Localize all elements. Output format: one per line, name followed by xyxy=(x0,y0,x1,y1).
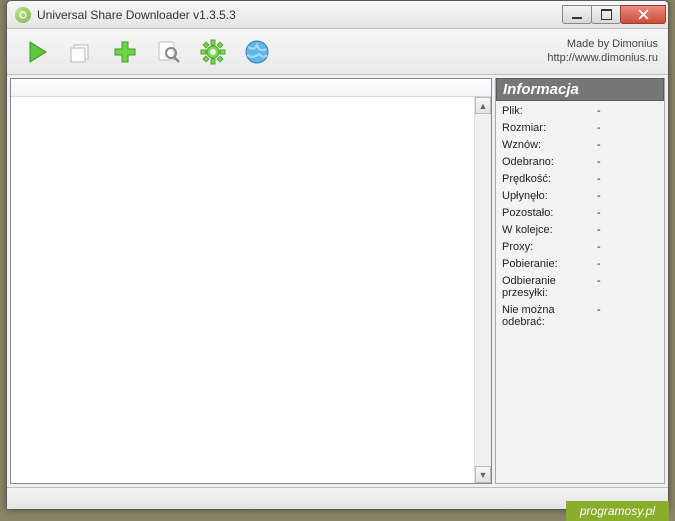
info-label: Pozostało: xyxy=(502,207,597,219)
content-area: ▲ ▼ Informacja Plik:-Rozmiar:-Wznów:-Ode… xyxy=(7,75,668,487)
info-row: Prędkość:- xyxy=(502,173,658,185)
info-value: - xyxy=(597,122,601,134)
add-button[interactable] xyxy=(105,32,145,72)
stop-icon xyxy=(68,39,94,65)
info-row: Proxy:- xyxy=(502,241,658,253)
info-row: Nie można odebrać:- xyxy=(502,304,658,328)
info-label: Prędkość: xyxy=(502,173,597,185)
list-header[interactable] xyxy=(11,79,491,97)
info-row: Odebrano:- xyxy=(502,156,658,168)
stop-button[interactable] xyxy=(61,32,101,72)
info-value: - xyxy=(597,190,601,202)
info-value: - xyxy=(597,139,601,151)
info-row: Odbieranie przesyłki:- xyxy=(502,275,658,299)
settings-button[interactable] xyxy=(193,32,233,72)
download-list[interactable]: ▲ ▼ xyxy=(10,78,492,484)
scrollbar[interactable]: ▲ ▼ xyxy=(474,97,491,483)
window-controls xyxy=(563,5,666,24)
magnifier-icon xyxy=(156,39,182,65)
info-value: - xyxy=(597,156,601,168)
info-label: Wznów: xyxy=(502,139,597,151)
watermark: programosy.pl xyxy=(566,501,669,521)
info-body: Plik:-Rozmiar:-Wznów:-Odebrano:-Prędkość… xyxy=(496,101,664,337)
maximize-button[interactable] xyxy=(591,5,621,24)
info-value: - xyxy=(597,224,601,236)
info-label: Odebrano: xyxy=(502,156,597,168)
info-row: Pozostało:- xyxy=(502,207,658,219)
plus-icon xyxy=(111,38,139,66)
info-row: Pobieranie:- xyxy=(502,258,658,270)
info-row: Wznów:- xyxy=(502,139,658,151)
info-label: Rozmiar: xyxy=(502,122,597,134)
info-value: - xyxy=(597,207,601,219)
globe-icon xyxy=(244,39,270,65)
start-button[interactable] xyxy=(17,32,57,72)
search-button[interactable] xyxy=(149,32,189,72)
info-value: - xyxy=(597,304,601,328)
app-icon xyxy=(15,7,31,23)
info-label: Upłynęło: xyxy=(502,190,597,202)
info-label: Odbieranie przesyłki: xyxy=(502,275,597,299)
info-row: W kolejce:- xyxy=(502,224,658,236)
credits: Made by Dimonius http://www.dimonius.ru xyxy=(547,38,658,66)
info-label: Pobieranie: xyxy=(502,258,597,270)
credits-author: Made by Dimonius xyxy=(547,38,658,52)
close-button[interactable] xyxy=(620,5,666,24)
info-label: Nie można odebrać: xyxy=(502,304,597,328)
info-label: W kolejce: xyxy=(502,224,597,236)
scroll-up-button[interactable]: ▲ xyxy=(475,97,491,114)
web-button[interactable] xyxy=(237,32,277,72)
minimize-button[interactable] xyxy=(562,5,592,24)
credits-url[interactable]: http://www.dimonius.ru xyxy=(547,52,658,66)
info-row: Upłynęło:- xyxy=(502,190,658,202)
app-window: Universal Share Downloader v1.3.5.3 xyxy=(6,0,669,510)
info-row: Rozmiar:- xyxy=(502,122,658,134)
info-value: - xyxy=(597,241,601,253)
info-label: Plik: xyxy=(502,105,597,117)
window-title: Universal Share Downloader v1.3.5.3 xyxy=(37,8,563,22)
info-value: - xyxy=(597,275,601,299)
info-label: Proxy: xyxy=(502,241,597,253)
info-row: Plik:- xyxy=(502,105,658,117)
info-value: - xyxy=(597,258,601,270)
info-panel: Informacja Plik:-Rozmiar:-Wznów:-Odebran… xyxy=(495,78,665,484)
info-value: - xyxy=(597,173,601,185)
gear-icon xyxy=(199,38,227,66)
scroll-down-button[interactable]: ▼ xyxy=(475,466,491,483)
play-icon xyxy=(24,39,50,65)
info-panel-header: Informacja xyxy=(496,78,664,101)
info-value: - xyxy=(597,105,601,117)
titlebar[interactable]: Universal Share Downloader v1.3.5.3 xyxy=(7,1,668,29)
toolbar: Made by Dimonius http://www.dimonius.ru xyxy=(7,29,668,75)
